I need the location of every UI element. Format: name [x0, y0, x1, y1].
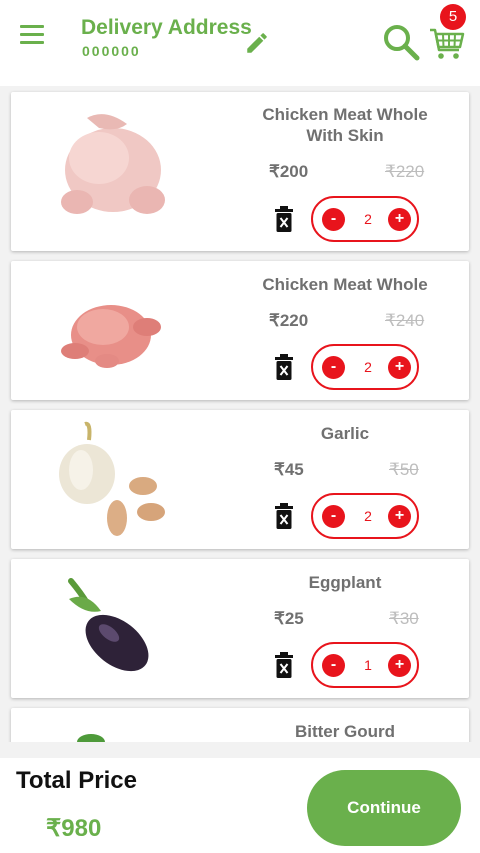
- search-icon[interactable]: [381, 22, 421, 62]
- delivery-pincode: 000000: [82, 43, 141, 59]
- cart-icon[interactable]: [429, 26, 465, 62]
- quantity-stepper: - 2 +: [311, 196, 419, 242]
- item-name: Chicken Meat Whole: [262, 275, 428, 294]
- quantity-stepper: - 2 +: [311, 493, 419, 539]
- item-price: ₹220: [269, 311, 309, 330]
- cart-item-card: Chicken Meat Whole With Skin ₹200 ₹220 -…: [11, 92, 469, 251]
- quantity-value: 2: [364, 211, 372, 227]
- quantity-stepper: - 2 +: [311, 344, 419, 390]
- decrease-quantity-button[interactable]: -: [322, 356, 345, 379]
- trash-icon[interactable]: [275, 354, 293, 380]
- item-price: ₹45: [274, 460, 304, 479]
- increase-quantity-button[interactable]: +: [388, 208, 411, 231]
- increase-quantity-button[interactable]: +: [388, 654, 411, 677]
- item-mrp: ₹220: [385, 162, 425, 181]
- trash-icon[interactable]: [275, 206, 293, 232]
- quantity-value: 2: [364, 359, 372, 375]
- checkout-footer: Total Price ₹980 Continue: [0, 742, 480, 853]
- quantity-value: 2: [364, 508, 372, 524]
- increase-quantity-button[interactable]: +: [388, 356, 411, 379]
- decrease-quantity-button[interactable]: -: [322, 208, 345, 231]
- item-name: Bitter Gourd: [294, 722, 396, 741]
- menu-icon[interactable]: [20, 25, 44, 45]
- item-price: ₹25: [274, 609, 304, 628]
- chicken-with-skin-image: [61, 114, 165, 214]
- chicken-whole-image: [61, 305, 161, 368]
- item-price: ₹200: [269, 162, 309, 181]
- garlic-image: [59, 421, 165, 536]
- total-price-value: ₹980: [46, 815, 102, 842]
- trash-icon[interactable]: [275, 652, 293, 678]
- item-name: Eggplant: [308, 573, 382, 592]
- decrease-quantity-button[interactable]: -: [322, 654, 345, 677]
- cart-item-card: Chicken Meat Whole ₹220 ₹240 - 2 +: [11, 261, 469, 400]
- app-header: Delivery Address 000000 5: [0, 0, 480, 86]
- decrease-quantity-button[interactable]: -: [322, 505, 345, 528]
- cart-item-card: Garlic ₹45 ₹50 - 2 +: [11, 410, 469, 549]
- item-name: Garlic: [320, 424, 370, 443]
- increase-quantity-button[interactable]: +: [388, 505, 411, 528]
- bitter-gourd-image: [77, 734, 105, 742]
- edit-icon[interactable]: [244, 30, 270, 56]
- continue-button[interactable]: Continue: [307, 770, 461, 846]
- footer-divider: [0, 742, 480, 758]
- item-mrp: ₹30: [389, 609, 419, 628]
- cart-count-badge: 5: [440, 4, 466, 30]
- total-price-label: Total Price: [16, 767, 137, 794]
- item-mrp: ₹240: [385, 311, 425, 330]
- quantity-stepper: - 1 +: [311, 642, 419, 688]
- item-mrp: ₹50: [389, 460, 419, 479]
- trash-icon[interactable]: [275, 503, 293, 529]
- cart-item-list[interactable]: Chicken Meat Whole With Skin ₹200 ₹220 -…: [0, 86, 480, 742]
- quantity-value: 1: [364, 657, 372, 673]
- delivery-address-title[interactable]: Delivery Address: [81, 16, 252, 40]
- eggplant-image: [68, 578, 149, 672]
- cart-item-card: Bitter Gourd: [11, 708, 469, 742]
- item-name: Chicken Meat Whole With Skin: [262, 105, 428, 145]
- cart-item-card: Eggplant ₹25 ₹30 - 1 +: [11, 559, 469, 698]
